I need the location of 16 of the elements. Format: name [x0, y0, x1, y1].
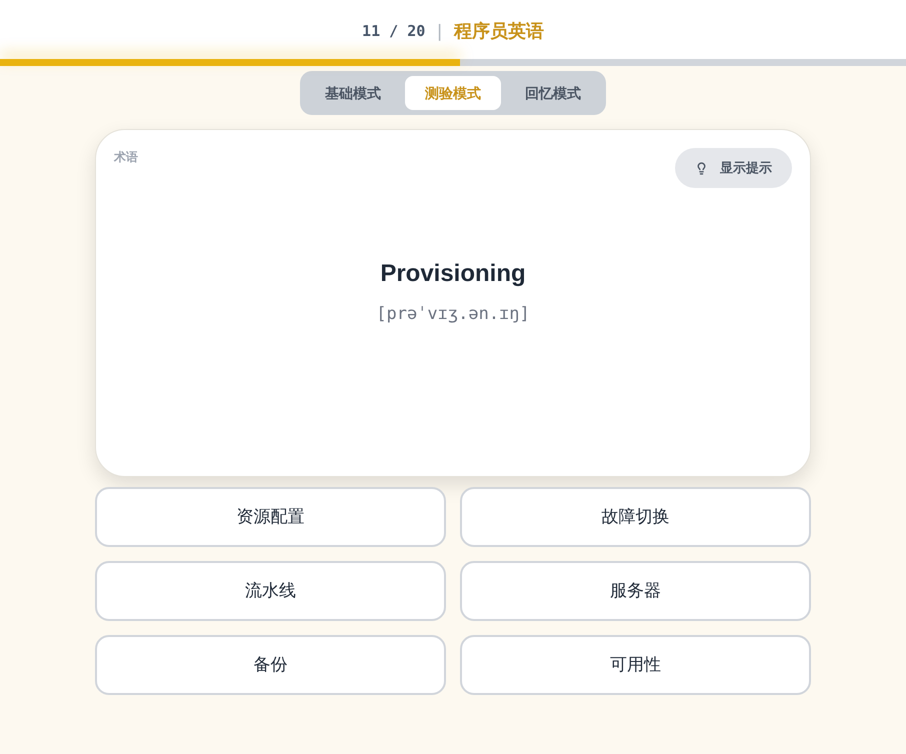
- mode-tab[interactable]: 基础模式: [305, 76, 401, 110]
- card-label: 术语: [114, 149, 138, 166]
- term-word: Provisioning: [380, 259, 526, 289]
- answer-option[interactable]: 流水线: [95, 561, 446, 621]
- phonetic-text: [prəˈvɪʒ.ən.ɪŋ]: [376, 303, 530, 326]
- title-separator: |: [437, 20, 442, 43]
- show-hint-button[interactable]: 显示提示: [675, 148, 792, 188]
- answer-option[interactable]: 资源配置: [95, 487, 446, 547]
- answer-option[interactable]: 故障切换: [460, 487, 811, 547]
- lightbulb-icon: [695, 162, 708, 174]
- question-counter: 11 / 20: [362, 21, 426, 42]
- app-title: 程序员英语: [454, 20, 544, 44]
- answer-option[interactable]: 可用性: [460, 635, 811, 695]
- answer-option[interactable]: 服务器: [460, 561, 811, 621]
- mode-tab[interactable]: 回忆模式: [505, 76, 601, 110]
- answer-option[interactable]: 备份: [95, 635, 446, 695]
